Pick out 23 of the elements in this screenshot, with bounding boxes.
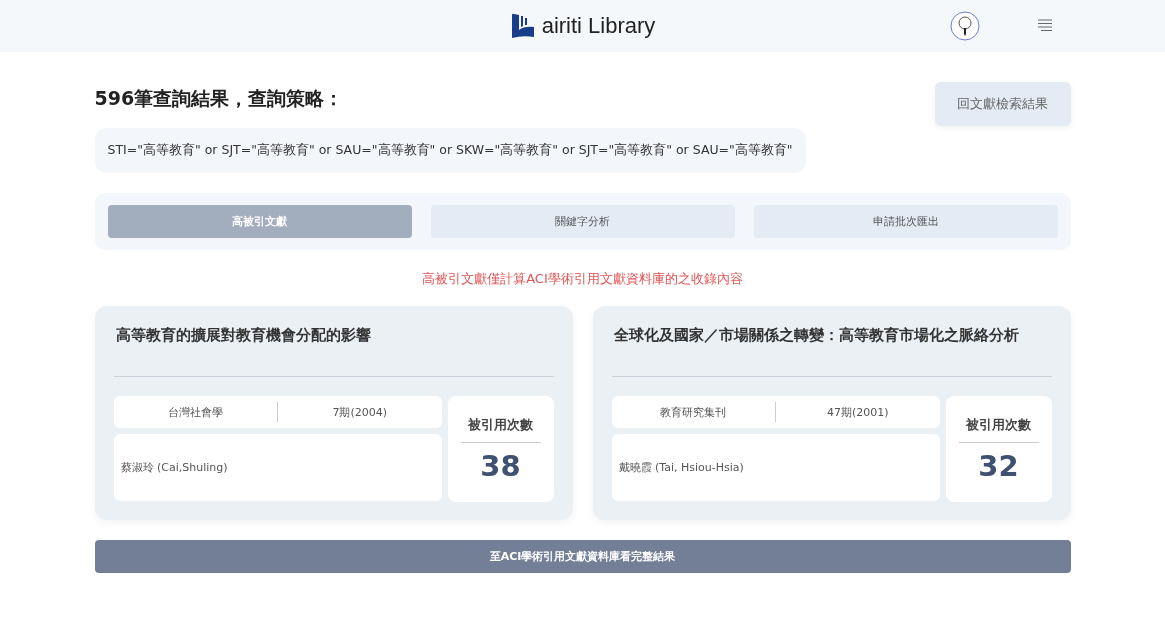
citation-count: 32 [978, 449, 1019, 483]
full-results-button[interactable]: 至ACI學術引用文獻資料庫看完整結果 [94, 540, 1071, 573]
citation-label: 被引用次數 [958, 416, 1039, 443]
issue-text: 7期(2004) [331, 404, 389, 420]
avatar-icon[interactable] [950, 11, 980, 41]
notice-text: 高被引文獻僅計算ACI學術引用文獻資料庫的之收錄內容 [421, 270, 744, 288]
issue-text: 47期(2001) [825, 404, 890, 420]
journal-name: 教育研究集刊 [659, 404, 728, 420]
menu-icon[interactable] [1038, 19, 1052, 33]
journal-name: 台灣社會學 [166, 404, 224, 420]
back-to-results-button[interactable]: 回文獻檢索結果 [934, 82, 1071, 126]
paper-title[interactable]: 高等教育的擴展對教育機會分配的影響 [113, 326, 554, 366]
query-strategy: STI="高等教育" or SJT="高等教育" or SAU="高等教育" or SKW="高等教育" or SJT="高等教育" or SAU="高等教育" [94, 128, 806, 173]
results-heading: 596筆查詢結果，查詢策略： [94, 86, 345, 111]
paper-title[interactable]: 全球化及國家／市場關係之轉變：高等教育市場化之脈絡分析 [611, 326, 1052, 366]
citation-count: 38 [480, 449, 521, 483]
author-name: 蔡淑玲 (Cai,Shuling) [120, 460, 228, 475]
tab[interactable]: 關鍵字分析 [430, 205, 735, 238]
book-logo-icon [509, 13, 536, 39]
citation-label: 被引用次數 [460, 416, 541, 443]
logo-text[interactable]: airiti Library [541, 13, 656, 39]
tab[interactable]: 申請批次匯出 [753, 205, 1058, 238]
author-name: 戴曉霞 (Tai, Hsiou-Hsia) [618, 460, 744, 475]
